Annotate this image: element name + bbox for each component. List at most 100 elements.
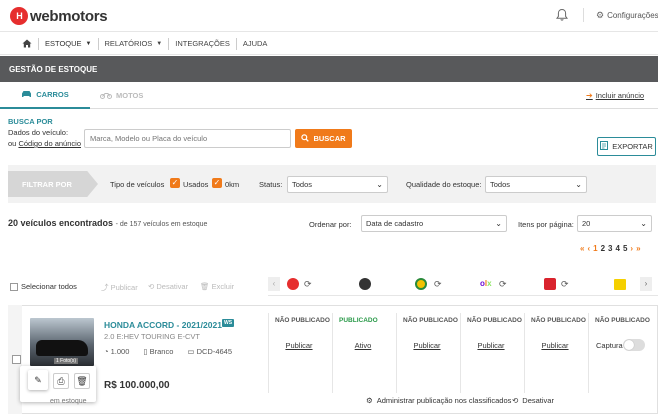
config-link[interactable]: ⚙ Configurações — [596, 10, 658, 21]
desativar-link[interactable]: ⟲ Desativar — [512, 396, 554, 405]
buscar-button[interactable]: BUSCAR — [295, 129, 352, 148]
chevron-down-icon: ▼ — [156, 40, 163, 47]
vehicle-title[interactable]: HONDA ACCORD - 2021/2021 — [104, 320, 222, 330]
portal-column: NÃO PUBLICADO Publicar — [460, 313, 524, 393]
page-1[interactable]: 1 — [593, 244, 597, 253]
portal-logo-icon — [415, 278, 427, 290]
ordenar-select[interactable]: Data de cadastro ⌄ — [361, 215, 507, 232]
logo-mark: H — [10, 7, 28, 25]
publicar-link[interactable]: Publicar — [269, 341, 329, 350]
delete-button[interactable]: 🗑 — [74, 373, 90, 389]
select-all[interactable]: Selecionar todos — [10, 282, 77, 291]
estoque-text: em estoque — [50, 398, 87, 405]
captura-toggle[interactable] — [623, 339, 645, 351]
prev-page-button[interactable]: ‹ — [587, 244, 590, 253]
ws-badge: WS — [222, 319, 235, 327]
itens-select[interactable]: 20 ⌄ — [577, 215, 652, 232]
vehicle-photo[interactable]: 1 Foto(s) — [30, 318, 94, 366]
results-count-sub: - de 157 veículos em estoque — [115, 221, 208, 228]
portal-status: NÃO PUBLICADO — [275, 317, 330, 324]
divider — [583, 8, 584, 22]
portal-column: NÃO PUBLICADO Captura — [588, 313, 652, 393]
exportar-label: EXPORTAR — [612, 142, 653, 151]
bell-icon[interactable] — [555, 8, 569, 22]
refresh-icon: ⟲ — [148, 282, 155, 291]
tab-carros[interactable]: CARROS — [0, 82, 90, 109]
chevron-down-icon: ▼ — [85, 40, 92, 47]
chevron-down-icon: ⌄ — [376, 180, 383, 189]
ativo-link[interactable]: Ativo — [333, 341, 393, 350]
publicar-link[interactable]: Publicar — [461, 341, 521, 350]
gear-icon: ⚙ — [596, 10, 605, 20]
excluir-bulk-label: Excluir — [211, 282, 235, 291]
captura-label: Captura — [596, 341, 623, 350]
portal-column: NÃO PUBLICADO Publicar — [268, 313, 332, 393]
scroll-right-button[interactable]: › — [640, 277, 652, 291]
nav-integracoes[interactable]: INTEGRAÇÕES — [168, 37, 236, 50]
publicar-bulk-button[interactable]: ⤴ Publicar — [101, 282, 138, 293]
search-input[interactable] — [84, 129, 291, 148]
portal-column: PUBLICADO Ativo — [332, 313, 396, 393]
next-page-button[interactable]: › — [630, 244, 633, 253]
refresh-icon[interactable]: ⟳ — [304, 279, 312, 290]
olx-logo-icon: olx — [480, 279, 492, 288]
home-link[interactable] — [0, 38, 38, 50]
refresh-icon[interactable]: ⟳ — [561, 279, 569, 290]
desativar-bulk-button[interactable]: ⟲ Desativar — [148, 282, 188, 291]
usados-checkbox[interactable]: ✓ — [170, 178, 180, 188]
plate-value: DCD-4645 — [196, 347, 233, 356]
scroll-left-button[interactable]: ‹ — [268, 277, 280, 291]
nav-ajuda-label: AJUDA — [242, 39, 268, 48]
status-value: Todos — [292, 180, 313, 189]
first-page-button[interactable]: « — [580, 244, 584, 253]
color-value: Branco — [149, 347, 174, 356]
last-page-button[interactable]: » — [636, 244, 640, 253]
qualidade-label: Qualidade do estoque: — [406, 180, 482, 189]
refresh-icon[interactable]: ⟳ — [499, 279, 507, 290]
publicar-link[interactable]: Publicar — [397, 341, 457, 350]
portal-column: NÃO PUBLICADO Publicar — [396, 313, 460, 393]
select-all-label: Selecionar todos — [21, 282, 77, 291]
chevron-down-icon: ⌄ — [575, 180, 582, 189]
portal-logo-icon — [359, 278, 371, 290]
vehicle-tabs: CARROS MOTOS ➔ Incluir anúncio — [0, 82, 658, 109]
busca-label: Dados do veículo: — [8, 128, 69, 137]
search-icon — [301, 133, 310, 144]
nav-relatorios-label: RELATÓRIOS — [104, 39, 153, 48]
trash-icon: 🗑 — [76, 376, 88, 386]
refresh-icon[interactable]: ⟳ — [434, 279, 442, 290]
portal-status: NÃO PUBLICADO — [531, 317, 586, 324]
portal-status: NÃO PUBLICADO — [403, 317, 458, 324]
publicar-link[interactable]: Publicar — [525, 341, 585, 350]
incluir-anuncio-link[interactable]: ➔ Incluir anúncio — [586, 91, 644, 100]
row-actions-popover: ✎ ⎙ 🗑 — [20, 366, 96, 402]
gear-icon: ⚙ — [366, 396, 373, 405]
print-button[interactable]: ⎙ — [53, 373, 69, 389]
qualidade-select[interactable]: Todos ⌄ — [485, 176, 587, 193]
codigo-anuncio-link[interactable]: Código do anúncio — [18, 139, 81, 148]
exportar-button[interactable]: EXPORTAR — [597, 137, 656, 156]
excluir-bulk-button[interactable]: 🗑 Excluir — [200, 282, 234, 291]
results-count: 20 veículos encontrados - de 157 veículo… — [8, 218, 207, 228]
itens-value: 20 — [582, 219, 591, 228]
portal-status: NÃO PUBLICADO — [595, 317, 650, 324]
edit-button[interactable]: ✎ — [28, 370, 48, 390]
results-count-main: 20 veículos encontrados — [8, 218, 114, 228]
nav-integracoes-label: INTEGRAÇÕES — [175, 39, 230, 48]
nav-relatorios[interactable]: RELATÓRIOS ▼ — [97, 37, 169, 50]
page-3[interactable]: 3 — [608, 244, 612, 253]
top-bar: H webmotors ⚙ Configurações — [0, 0, 658, 32]
logo[interactable]: H webmotors — [10, 7, 108, 25]
nav-ajuda[interactable]: AJUDA — [235, 37, 274, 50]
tab-motos[interactable]: MOTOS — [100, 82, 160, 109]
select-all-checkbox[interactable] — [10, 282, 18, 291]
page-5[interactable]: 5 — [623, 244, 627, 253]
speedometer-icon: ◔ — [104, 347, 109, 356]
page-2[interactable]: 2 — [601, 244, 605, 253]
administrar-link[interactable]: ⚙ Administrar publicação nos classificad… — [366, 396, 511, 405]
nav-estoque[interactable]: ESTOQUE ▼ — [38, 37, 98, 50]
zero-km-checkbox[interactable]: ✓ — [212, 178, 222, 188]
row-checkbox[interactable] — [12, 355, 21, 366]
page-4[interactable]: 4 — [615, 244, 619, 253]
status-select[interactable]: Todos ⌄ — [287, 176, 388, 193]
